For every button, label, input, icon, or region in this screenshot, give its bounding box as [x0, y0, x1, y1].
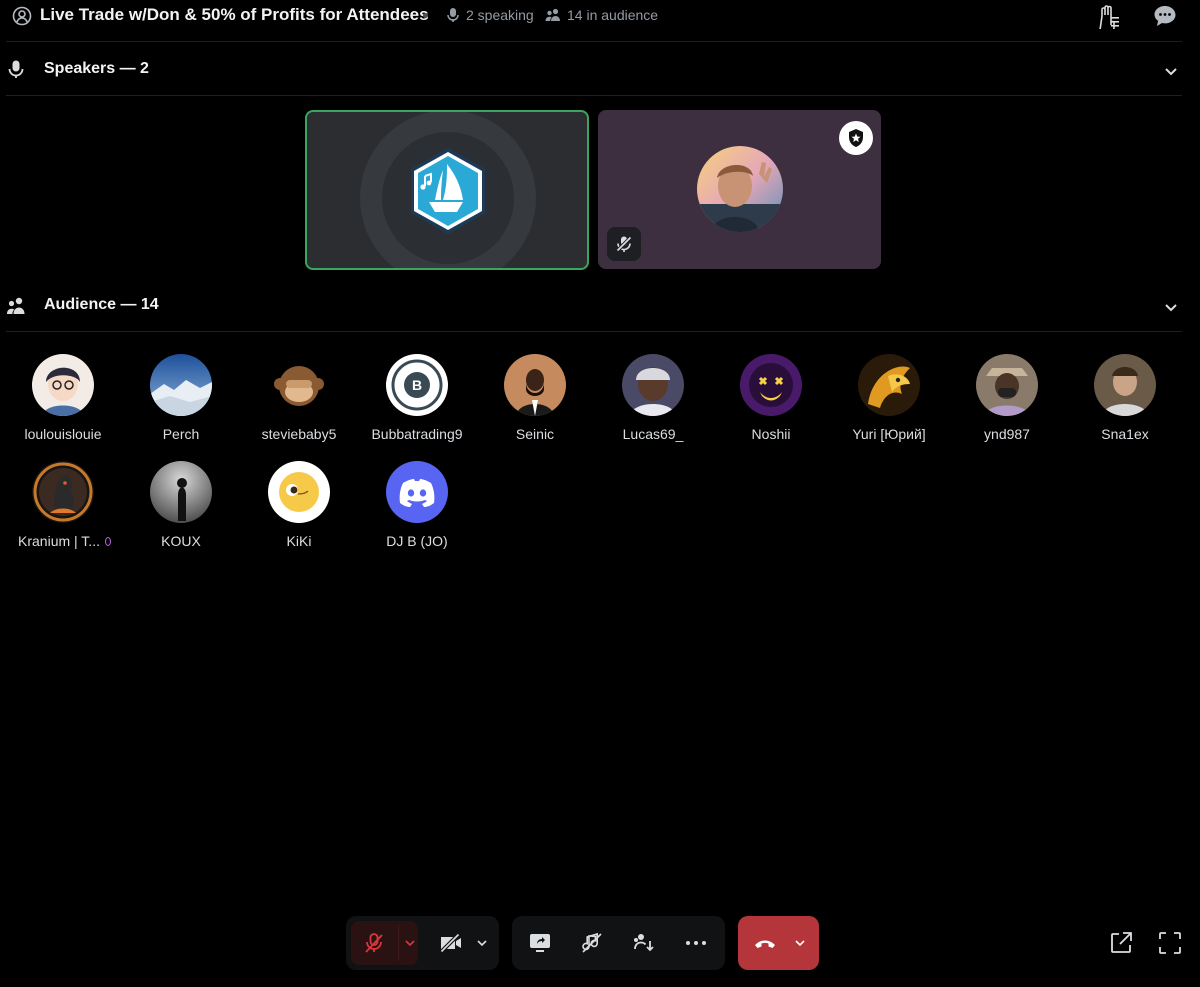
people-icon: [7, 297, 25, 314]
muted-badge: [607, 227, 641, 261]
speaking-label: 2 speaking: [466, 7, 534, 23]
audience-name: loulouislouie: [24, 426, 102, 442]
audience-name: DJ B (JO): [386, 533, 448, 549]
avatar: [32, 461, 94, 523]
chevron-down-icon[interactable]: [1163, 299, 1179, 315]
move-to-audience-button[interactable]: [624, 921, 664, 965]
audience-member[interactable]: Yuri [Юрий]: [830, 354, 948, 454]
audience-member[interactable]: KiKi: [240, 461, 358, 561]
chevron-down-icon[interactable]: [404, 937, 416, 949]
audience-name: Lucas69_: [622, 426, 684, 442]
boost-badge-icon: [105, 537, 111, 546]
speakers-title: Speakers — 2: [44, 60, 149, 77]
speakers-section-header[interactable]: Speakers — 2: [0, 54, 1200, 86]
stage-title: Live Trade w/Don & 50% of Profits for At…: [40, 5, 429, 24]
avatar: [858, 354, 920, 416]
avatar: [268, 461, 330, 523]
separator-dot: [423, 13, 428, 18]
camera-toggle-button[interactable]: [430, 921, 494, 965]
audience-member[interactable]: Noshii: [712, 354, 830, 454]
moderator-badge: [839, 121, 873, 155]
boat-logo-avatar: [411, 148, 485, 234]
speaker-tile[interactable]: [305, 110, 589, 270]
audience-name: Seinic: [515, 426, 555, 442]
audience-name: Yuri [Юрий]: [852, 426, 926, 442]
audience-count: 14 in audience: [545, 7, 658, 23]
more-icon: [686, 941, 706, 945]
screen-share-icon: [530, 934, 550, 952]
audience-name: Bubbatrading9: [371, 426, 463, 442]
audience-label: 14 in audience: [567, 7, 659, 23]
sound-off-icon: [582, 932, 602, 953]
chevron-down-icon[interactable]: [794, 937, 806, 949]
audience-name: KOUX: [161, 533, 201, 549]
audience-member[interactable]: Sna1ex: [1066, 354, 1184, 454]
people-icon: [545, 8, 560, 21]
avatar: [268, 354, 330, 416]
mic-icon: [8, 60, 24, 78]
stage-icon: [12, 6, 32, 26]
avatar: [1094, 354, 1156, 416]
fullscreen-icon[interactable]: [1157, 930, 1183, 956]
stage-header: Live Trade w/Don & 50% of Profits for At…: [0, 0, 1200, 32]
divider: [6, 41, 1182, 42]
sound-toggle-button[interactable]: [572, 921, 612, 965]
audience-member[interactable]: ynd987: [948, 354, 1066, 454]
audience-name: Perch: [162, 426, 200, 442]
mic-off-icon: [615, 235, 633, 253]
divider: [6, 95, 1182, 96]
avatar: B: [386, 354, 448, 416]
camera-off-icon: [439, 933, 461, 953]
more-options-button[interactable]: [676, 921, 716, 965]
voice-controls-group: [346, 916, 499, 970]
audience-member[interactable]: Seinic: [476, 354, 594, 454]
audience-name: Sna1ex: [1101, 426, 1149, 442]
audience-member[interactable]: KOUX: [122, 461, 240, 561]
audience-name: KiKi: [286, 533, 312, 549]
audience-name: steviebaby5: [261, 426, 337, 442]
mic-icon: [447, 8, 459, 22]
avatar: [740, 354, 802, 416]
popout-icon[interactable]: [1108, 930, 1134, 956]
chevron-down-icon[interactable]: [1163, 63, 1179, 79]
shield-star-icon: [849, 129, 863, 147]
audience-member[interactable]: Lucas69_: [594, 354, 712, 454]
audience-member[interactable]: DJ B (JO): [358, 461, 476, 561]
audience-member[interactable]: Kranium | T...: [4, 461, 122, 561]
avatar: [976, 354, 1038, 416]
leave-stage-button[interactable]: [738, 916, 819, 970]
audience-name: ynd987: [984, 426, 1030, 442]
stage-controls-group: [512, 916, 725, 970]
avatar: [150, 461, 212, 523]
audience-member[interactable]: steviebaby5: [240, 354, 358, 454]
speaker-tile[interactable]: [598, 110, 881, 269]
avatar: [150, 354, 212, 416]
speaker-avatar: [697, 146, 783, 232]
raise-hand-icon[interactable]: [1096, 3, 1122, 29]
audience-member[interactable]: Perch: [122, 354, 240, 454]
screen-share-button[interactable]: [520, 921, 560, 965]
speaking-count: 2 speaking: [446, 7, 534, 23]
avatar: [504, 354, 566, 416]
avatar: [32, 354, 94, 416]
chat-icon[interactable]: [1152, 3, 1178, 29]
avatar: [622, 354, 684, 416]
move-to-audience-icon: [634, 934, 654, 952]
divider: [6, 331, 1182, 332]
audience-section-header[interactable]: Audience — 14: [0, 290, 1200, 322]
svg-text:B: B: [412, 377, 422, 393]
avatar: [386, 461, 448, 523]
hang-up-icon: [755, 940, 775, 948]
mic-toggle-button[interactable]: [351, 921, 418, 965]
chevron-down-icon[interactable]: [476, 937, 488, 949]
audience-name: Noshii: [751, 426, 791, 442]
audience-member[interactable]: B Bubbatrading9: [358, 354, 476, 454]
audience-name: Kranium | T...: [18, 533, 100, 549]
mic-off-icon: [364, 933, 383, 953]
divider: [398, 925, 399, 961]
audience-member[interactable]: loulouislouie: [4, 354, 122, 454]
audience-title: Audience — 14: [44, 296, 159, 313]
